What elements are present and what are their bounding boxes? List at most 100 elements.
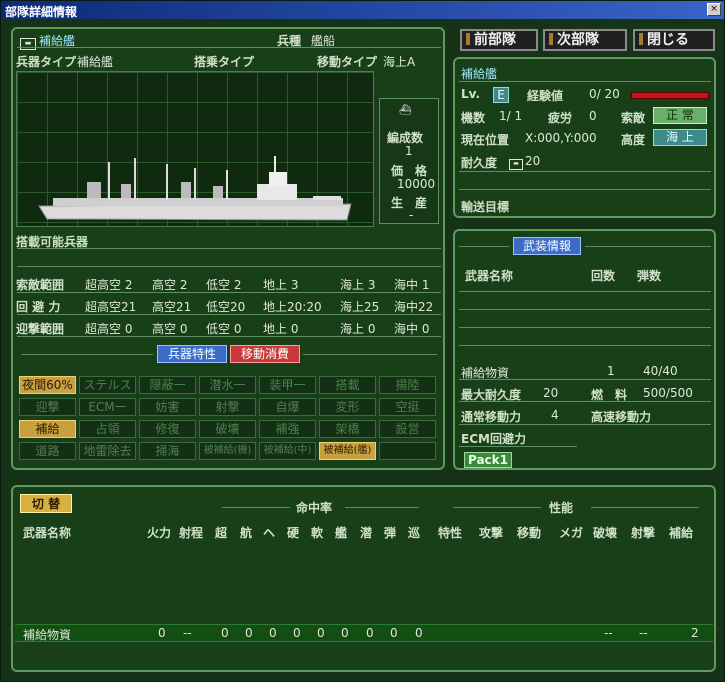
row-cell: 0 <box>390 626 398 640</box>
range-cell: 海中 1 <box>394 278 430 292</box>
status-unit-name: 補給艦 <box>461 67 498 81</box>
exp-value: 0/ 20 <box>589 87 620 101</box>
next-unit-button[interactable]: 次部隊 <box>543 29 627 51</box>
durability-label: 耐久度 <box>461 156 498 170</box>
hit-rate-header: 命中率 <box>296 501 333 515</box>
production-value: - <box>409 208 414 222</box>
fatigue-value: 0 <box>589 109 597 123</box>
divider <box>222 507 290 508</box>
close-x-icon[interactable]: × <box>707 3 721 16</box>
column-header: ヘ <box>263 526 276 540</box>
prev-unit-button[interactable]: 前部隊 <box>460 29 538 51</box>
lv-value: E <box>493 87 509 103</box>
divider <box>459 401 711 402</box>
trait-cell: ECM一 <box>79 398 136 416</box>
row-cell: -- <box>639 626 648 640</box>
column-header: 火力 <box>147 526 172 540</box>
toggle-button[interactable]: 切 替 <box>20 494 72 513</box>
divider <box>345 507 419 508</box>
search-status-value: 正 常 <box>653 107 707 124</box>
trait-cell: 変形 <box>319 398 376 416</box>
trait-cell: 被補給(艦) <box>319 442 376 460</box>
row-cell: 0 <box>293 626 301 640</box>
column-header: 特性 <box>438 526 463 540</box>
column-header: 射程 <box>179 526 204 540</box>
divider <box>459 424 711 425</box>
column-header: 超 <box>215 526 228 540</box>
trait-cell: 揚陸 <box>379 376 436 394</box>
close-button[interactable]: 閉じる <box>633 29 715 51</box>
range-cell: 海中 0 <box>394 322 430 336</box>
range-cell: 高空 2 <box>152 278 188 292</box>
formation-value: 1 <box>405 144 413 158</box>
divider <box>459 327 711 328</box>
count-value: 1/ 1 <box>499 109 523 123</box>
price-value: 10000 <box>397 177 436 191</box>
trait-cell: 破壊 <box>199 420 256 438</box>
tab-traits[interactable]: 兵器特性 <box>157 345 227 363</box>
title-bar: 部隊詳細情報 × <box>1 1 724 19</box>
row-cell: 2 <box>691 626 699 640</box>
trait-cell: 設営 <box>379 420 436 438</box>
row-cell: 0 <box>158 626 166 640</box>
row-cell: -- <box>183 626 192 640</box>
window-title: 部隊詳細情報 <box>5 5 78 19</box>
trait-cell: 補強 <box>259 420 316 438</box>
range-cell: 低空 2 <box>206 278 242 292</box>
divider <box>17 336 441 337</box>
divider <box>17 248 441 249</box>
trait-cell: 補給 <box>19 420 76 438</box>
weapon-ammo-header: 弾数 <box>637 269 662 283</box>
altitude-value: 海 上 <box>653 129 707 146</box>
divider <box>17 266 441 267</box>
row-cell: 0 <box>245 626 253 640</box>
button-marker-icon <box>549 33 553 45</box>
prev-unit-label: 前部隊 <box>474 32 516 48</box>
trait-cell: 装甲一 <box>259 376 316 394</box>
range-cell: 超高空 2 <box>85 278 133 292</box>
fuel-value: 500/500 <box>643 386 693 400</box>
divider <box>459 246 509 247</box>
intercept-range-label: 迎撃範囲 <box>16 322 65 336</box>
unit-image-grid <box>16 71 374 227</box>
row-cell: -- <box>604 626 613 640</box>
trait-cell: 占領 <box>79 420 136 438</box>
range-cell: 海上25 <box>340 300 380 314</box>
divider <box>459 171 711 172</box>
count-label: 機数 <box>461 111 486 125</box>
trait-cell: 被補給(中) <box>259 442 316 460</box>
range-cell: 海上 3 <box>340 278 376 292</box>
divider <box>453 507 541 508</box>
trait-cell: 修復 <box>139 420 196 438</box>
weapon-info-button[interactable]: 武装情報 <box>513 237 581 255</box>
move-type-value: 海上A <box>383 55 416 69</box>
column-header: 弾 <box>384 526 397 540</box>
trait-cell: 掃海 <box>139 442 196 460</box>
trait-cell: 搭載 <box>319 376 376 394</box>
ship-icon: ▬ <box>509 159 523 170</box>
column-header: 射撃 <box>631 526 656 540</box>
position-value: X:000,Y:000 <box>525 131 597 145</box>
column-header: 破壊 <box>593 526 618 540</box>
transport-target-label: 輸送目標 <box>461 200 510 214</box>
range-cell: 低空 0 <box>206 322 242 336</box>
tab-movecost[interactable]: 移動消費 <box>230 345 300 363</box>
unit-detail-window: 部隊詳細情報 × 前部隊 次部隊 閉じる ▬ 補給艦 兵種 艦船 兵器タイプ 補給… <box>0 0 725 682</box>
weapon-item-ammo: 40/40 <box>643 364 678 378</box>
column-header: 武器名称 <box>23 526 72 540</box>
carrier-type-label: 搭乗タイプ <box>194 55 255 69</box>
column-header: 補給 <box>669 526 694 540</box>
trait-cell: 妨害 <box>139 398 196 416</box>
button-marker-icon <box>466 33 470 45</box>
ecm-evasion-label: ECM回避力 <box>461 432 526 446</box>
fast-move-label: 高速移動力 <box>591 410 652 424</box>
trait-cell: 自爆 <box>259 398 316 416</box>
row-cell: 0 <box>269 626 277 640</box>
pack1-button[interactable]: Pack1 <box>464 452 512 468</box>
ship-icon: ▬ <box>20 38 36 50</box>
trait-cell: 潜水一 <box>199 376 256 394</box>
divider <box>459 446 577 447</box>
weapon-item-count: 1 <box>607 364 615 378</box>
trait-cell: 道路 <box>19 442 76 460</box>
range-cell: 高空 0 <box>152 322 188 336</box>
